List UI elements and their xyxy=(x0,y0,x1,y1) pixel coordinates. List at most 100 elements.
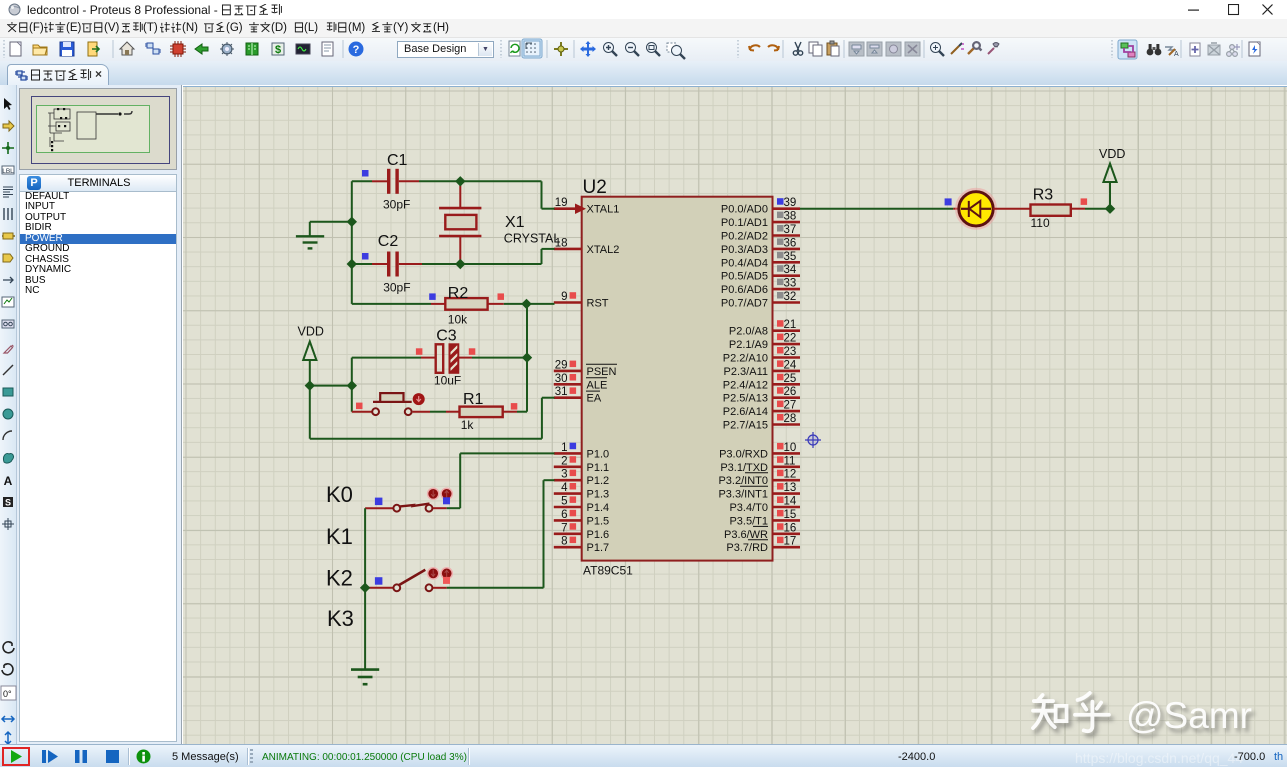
svg-text:P2.4/A12: P2.4/A12 xyxy=(723,379,768,391)
svg-text:38: 38 xyxy=(784,211,797,223)
svg-text:EA: EA xyxy=(587,393,602,405)
svg-text:26: 26 xyxy=(784,386,797,398)
svg-text:P0.4/AD4: P0.4/AD4 xyxy=(721,257,768,269)
svg-text:23: 23 xyxy=(784,346,797,358)
svg-text:29: 29 xyxy=(555,359,568,371)
svg-text:P0.2/AD2: P0.2/AD2 xyxy=(721,231,768,243)
svg-text:S: S xyxy=(5,498,11,508)
svg-text:P1.5: P1.5 xyxy=(587,515,610,527)
svg-text:X1: X1 xyxy=(505,214,525,231)
svg-text:P2.0/A8: P2.0/A8 xyxy=(729,326,768,338)
svg-text:PSEN: PSEN xyxy=(587,366,617,378)
svg-text:P1.1: P1.1 xyxy=(587,462,610,474)
svg-text:15: 15 xyxy=(784,509,797,521)
svg-text:AT89C51: AT89C51 xyxy=(583,564,633,578)
svg-text:12: 12 xyxy=(784,469,797,481)
svg-text:A: A xyxy=(1174,51,1179,58)
svg-text:VDD: VDD xyxy=(1099,147,1125,161)
svg-text:P1.3: P1.3 xyxy=(587,489,610,501)
svg-text:110: 110 xyxy=(1031,216,1050,230)
svg-text:R3: R3 xyxy=(1033,187,1054,204)
svg-text:A: A xyxy=(4,474,13,488)
svg-text:P0.3/AD3: P0.3/AD3 xyxy=(721,244,768,256)
svg-text:K0: K0 xyxy=(326,482,353,507)
svg-text:21: 21 xyxy=(784,319,797,331)
svg-text:K3: K3 xyxy=(327,606,354,631)
svg-text:P3.6/WR: P3.6/WR xyxy=(724,529,768,541)
svg-text:37: 37 xyxy=(784,224,797,236)
svg-text:ALE: ALE xyxy=(587,379,608,391)
svg-text:31: 31 xyxy=(555,386,568,398)
svg-text:P0.0/AD0: P0.0/AD0 xyxy=(721,204,768,216)
svg-text:10: 10 xyxy=(784,442,797,454)
svg-text:P2.6/A14: P2.6/A14 xyxy=(723,406,768,418)
svg-text:P3.3/INT1: P3.3/INT1 xyxy=(718,489,768,501)
svg-text:@Samr: @Samr xyxy=(1126,695,1252,736)
svg-text:K1: K1 xyxy=(326,524,353,549)
svg-text:8: 8 xyxy=(561,536,567,548)
svg-text:P1.0: P1.0 xyxy=(587,448,610,460)
svg-text:P3.0/RXD: P3.0/RXD xyxy=(719,448,768,460)
svg-text:30: 30 xyxy=(555,373,568,385)
svg-text:24: 24 xyxy=(784,359,797,371)
svg-text:25: 25 xyxy=(784,373,797,385)
svg-text:30pF: 30pF xyxy=(383,281,410,295)
svg-text:R1: R1 xyxy=(463,391,484,408)
svg-text:16: 16 xyxy=(784,522,797,534)
svg-text:$: $ xyxy=(275,44,281,56)
svg-text:P2.1/A9: P2.1/A9 xyxy=(729,339,768,351)
svg-text:36: 36 xyxy=(784,237,797,249)
svg-text:0°: 0° xyxy=(3,689,12,699)
svg-text:P1.4: P1.4 xyxy=(587,502,610,514)
svg-text:VDD: VDD xyxy=(298,325,324,339)
svg-text:P2.7/A15: P2.7/A15 xyxy=(723,420,768,432)
svg-text:XTAL1: XTAL1 xyxy=(587,204,620,216)
svg-text:4: 4 xyxy=(561,482,568,494)
svg-text:14: 14 xyxy=(784,496,797,508)
svg-text:1: 1 xyxy=(561,442,567,454)
svg-text:R2: R2 xyxy=(448,285,469,302)
svg-text:K2: K2 xyxy=(326,566,353,591)
svg-text:C2: C2 xyxy=(378,233,399,250)
svg-text:?: ? xyxy=(353,44,360,56)
svg-text:11: 11 xyxy=(784,455,796,467)
svg-text:LBL: LBL xyxy=(2,168,14,175)
svg-text:P3.2/INT0: P3.2/INT0 xyxy=(718,475,768,487)
svg-text:C3: C3 xyxy=(436,328,457,345)
svg-text:P0.1/AD1: P0.1/AD1 xyxy=(721,217,768,229)
svg-text:RST: RST xyxy=(587,298,609,310)
svg-text:P1.7: P1.7 xyxy=(587,542,610,554)
svg-text:3: 3 xyxy=(561,469,567,481)
svg-text:P3.5/T1: P3.5/T1 xyxy=(729,515,768,527)
svg-text:P1.2: P1.2 xyxy=(587,475,610,487)
svg-text:5: 5 xyxy=(561,496,567,508)
svg-text:P3.7/RD: P3.7/RD xyxy=(726,542,768,554)
svg-text:19: 19 xyxy=(555,197,568,209)
svg-text:9: 9 xyxy=(561,291,567,303)
svg-text:39: 39 xyxy=(784,197,797,209)
svg-text:10uF: 10uF xyxy=(434,374,461,388)
svg-text:XTAL2: XTAL2 xyxy=(587,244,620,256)
svg-text:34: 34 xyxy=(784,264,797,276)
svg-text:P0.5/AD5: P0.5/AD5 xyxy=(721,271,768,283)
svg-text:10k: 10k xyxy=(448,313,468,327)
svg-text:17: 17 xyxy=(784,536,797,548)
svg-text:U2: U2 xyxy=(583,177,607,198)
svg-text:P2.2/A10: P2.2/A10 xyxy=(723,353,768,365)
svg-text:1k: 1k xyxy=(461,418,475,432)
svg-text:22: 22 xyxy=(784,333,797,345)
svg-text:7: 7 xyxy=(561,522,567,534)
svg-text:27: 27 xyxy=(784,400,797,412)
svg-text:35: 35 xyxy=(784,251,797,263)
svg-text:6: 6 xyxy=(561,509,567,521)
svg-text:P2.5/A13: P2.5/A13 xyxy=(723,393,768,405)
svg-text:P2.3/A11: P2.3/A11 xyxy=(724,366,768,378)
svg-text:P0.6/AD6: P0.6/AD6 xyxy=(721,284,768,296)
svg-text:2: 2 xyxy=(561,455,567,467)
svg-text:CRYSTAL: CRYSTAL xyxy=(504,232,561,246)
svg-text:P3.4/T0: P3.4/T0 xyxy=(729,502,768,514)
svg-text:28: 28 xyxy=(784,413,797,425)
svg-text:P1.6: P1.6 xyxy=(587,529,610,541)
svg-text:32: 32 xyxy=(784,291,797,303)
svg-text:13: 13 xyxy=(784,482,797,494)
